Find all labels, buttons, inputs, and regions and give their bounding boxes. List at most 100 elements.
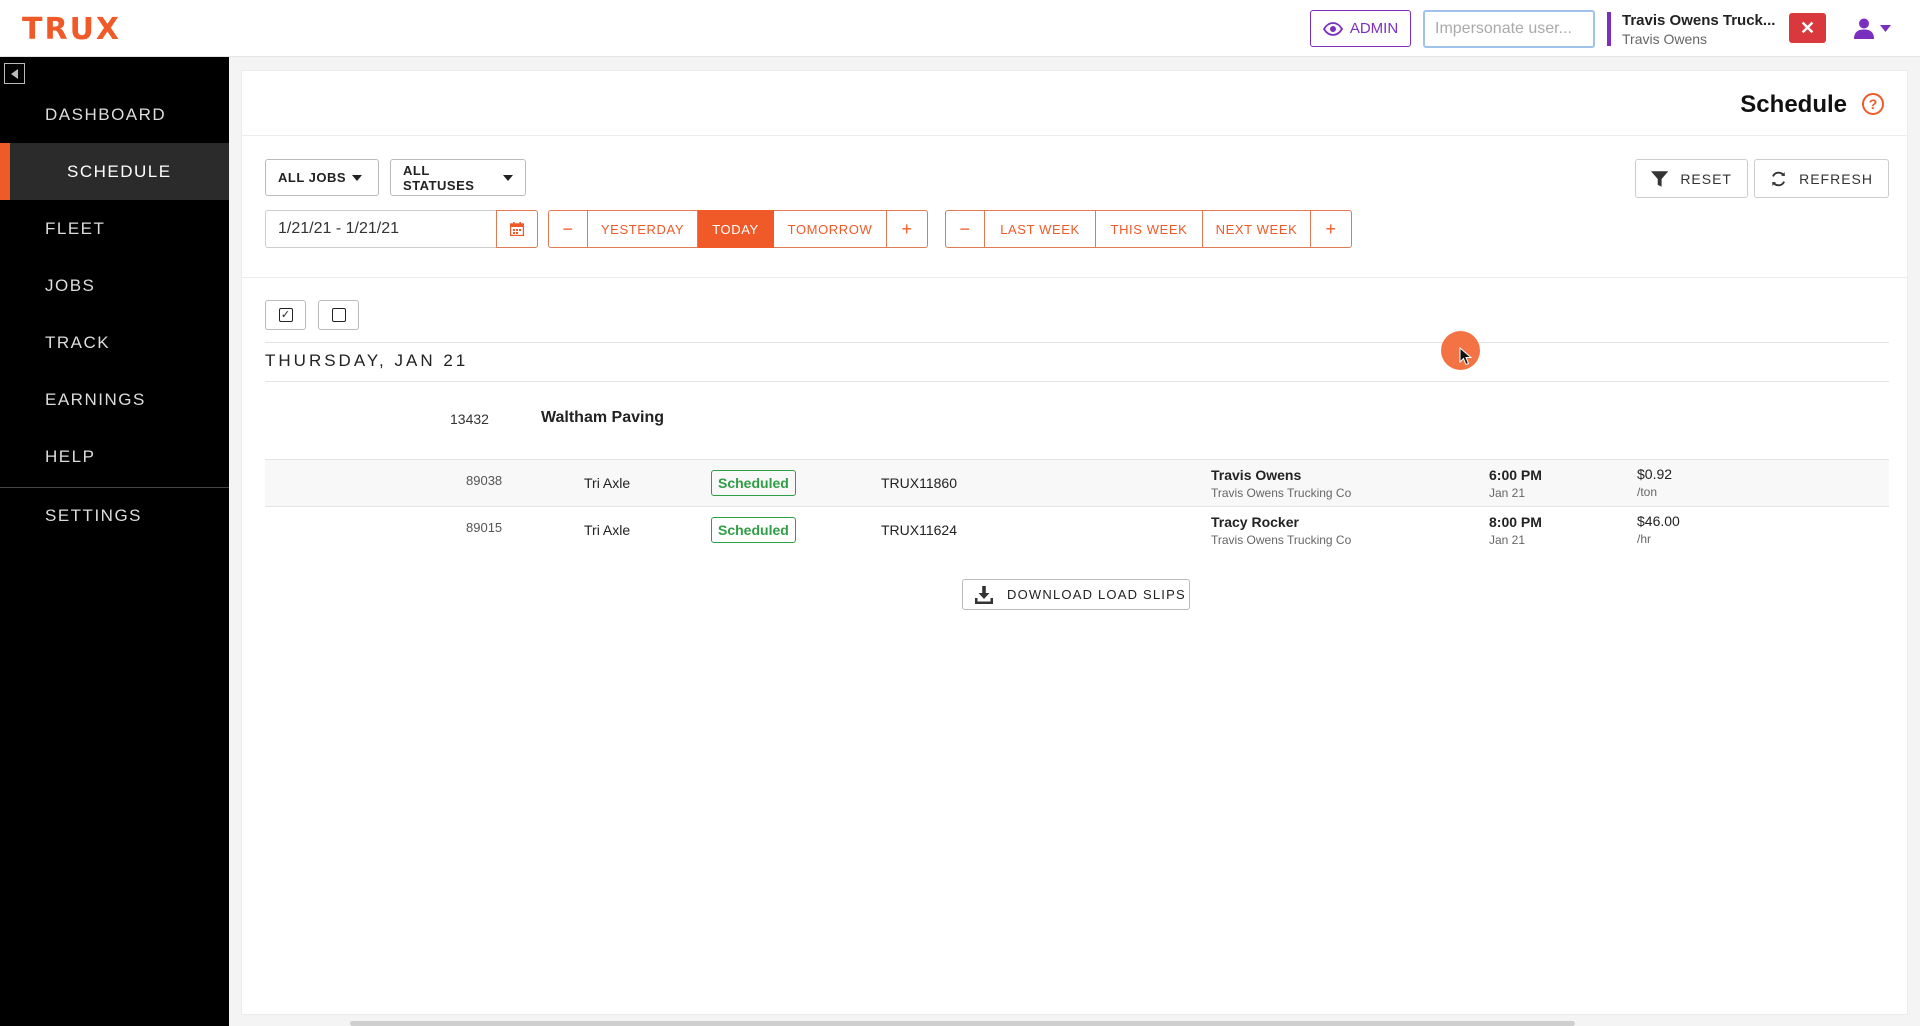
admin-button[interactable]: ADMIN [1310, 10, 1411, 47]
start-time: 6:00 PM Jan 21 [1489, 467, 1542, 500]
schedule-card: Schedule ? ALL JOBS ALL STATUSES RESET R… [241, 70, 1908, 1015]
date-value: Jan 21 [1489, 486, 1526, 500]
sidebar-item-jobs[interactable]: JOBS [0, 257, 229, 314]
driver-company: Travis Owens Trucking Co [1211, 486, 1352, 500]
sidebar-item-label: HELP [45, 446, 96, 466]
all-statuses-dropdown[interactable]: ALL STATUSES [390, 159, 526, 196]
rate-unit: /hr [1637, 532, 1652, 546]
sidebar-item-schedule[interactable]: SCHEDULE [0, 143, 229, 200]
date-range-input[interactable]: 1/21/21 - 1/21/21 [265, 210, 496, 248]
calendar-button[interactable] [496, 210, 538, 248]
admin-label: ADMIN [1349, 20, 1399, 37]
driver-name: Tracy Rocker [1211, 514, 1299, 530]
assignment-id: 89015 [466, 520, 503, 535]
all-jobs-dropdown[interactable]: ALL JOBS [265, 159, 379, 196]
top-header: TRUX ADMIN Travis Owens Truck... Travis … [0, 0, 1920, 57]
select-all-button[interactable]: ✓ [265, 300, 306, 330]
time-value: 6:00 PM [1489, 467, 1542, 483]
mouse-cursor-icon [1459, 347, 1472, 366]
sidebar-item-label: TRACK [45, 332, 111, 352]
this-week-button[interactable]: THIS WEEK [1096, 210, 1203, 248]
sidebar-item-earnings[interactable]: EARNINGS [0, 371, 229, 428]
driver-company: Travis Owens Trucking Co [1211, 533, 1352, 547]
help-icon[interactable]: ? [1862, 93, 1884, 115]
next-week-plus-button[interactable]: + [1311, 210, 1352, 248]
sidebar-item-track[interactable]: TRACK [0, 314, 229, 371]
rate: $46.00 /hr [1637, 513, 1680, 546]
caret-left-icon [10, 68, 18, 79]
next-day-button[interactable]: + [887, 210, 928, 248]
filter-icon [1651, 170, 1669, 187]
table-row[interactable]: 89038 Tri Axle Scheduled TRUX11860 Travi… [265, 459, 1889, 506]
today-button[interactable]: TODAY [698, 210, 774, 248]
driver: Tracy Rocker Travis Owens Trucking Co [1211, 514, 1351, 547]
horizontal-scrollbar[interactable] [350, 1021, 1575, 1026]
sidebar-item-dashboard[interactable]: DASHBOARD [0, 86, 229, 143]
divider [265, 342, 1889, 343]
account-accent-bar [1607, 12, 1611, 46]
checked-box-icon: ✓ [278, 308, 293, 322]
dropdown-label: ALL JOBS [278, 170, 347, 185]
week-navigation: − LAST WEEK THIS WEEK NEXT WEEK + [945, 210, 1352, 248]
day-heading: THURSDAY, JAN 21 [265, 351, 469, 370]
divider [242, 135, 1907, 136]
sidebar-item-settings[interactable]: SETTINGS [0, 487, 229, 544]
caret-down-icon [352, 174, 363, 181]
refresh-icon [1772, 171, 1785, 186]
current-account: Travis Owens Truck... Travis Owens [1622, 12, 1782, 47]
divider [242, 277, 1907, 278]
time-value: 8:00 PM [1489, 514, 1542, 530]
sidebar-item-label: EARNINGS [45, 389, 146, 409]
select-none-button[interactable] [318, 300, 359, 330]
start-time: 8:00 PM Jan 21 [1489, 514, 1542, 547]
refresh-label: REFRESH [1799, 170, 1873, 187]
download-load-slips-button[interactable]: DOWNLOAD LOAD SLIPS [962, 579, 1190, 610]
truck-type: Tri Axle [584, 475, 631, 491]
rate: $0.92 /ton [1637, 466, 1672, 499]
sidebar-item-help[interactable]: HELP [0, 428, 229, 485]
last-week-button[interactable]: LAST WEEK [985, 210, 1096, 248]
tomorrow-button[interactable]: TOMORROW [774, 210, 887, 248]
sidebar-item-fleet[interactable]: FLEET [0, 200, 229, 257]
impersonate-user-input[interactable] [1423, 10, 1595, 48]
sidebar-collapse-button[interactable] [4, 63, 25, 84]
reset-button[interactable]: RESET [1635, 159, 1748, 198]
page-title: Schedule [1740, 91, 1847, 118]
next-week-button[interactable]: NEXT WEEK [1203, 210, 1311, 248]
driver-name: Travis Owens [1211, 467, 1302, 483]
refresh-button[interactable]: REFRESH [1754, 159, 1889, 198]
rate-value: $0.92 [1637, 466, 1673, 482]
user-menu-toggle[interactable] [1853, 14, 1897, 42]
divider [265, 381, 1889, 382]
status-badge: Scheduled [711, 470, 796, 496]
table-row[interactable]: 89015 Tri Axle Scheduled TRUX11624 Tracy… [265, 506, 1889, 553]
calendar-icon [510, 222, 524, 236]
account-name: Travis Owens Truck... [1622, 12, 1776, 29]
user-icon [1854, 18, 1874, 39]
reset-label: RESET [1680, 170, 1732, 187]
sidebar: DASHBOARD SCHEDULE FLEET JOBS TRACK EARN… [0, 57, 229, 1026]
job-name[interactable]: Waltham Paving [541, 409, 664, 427]
rate-value: $46.00 [1637, 513, 1680, 529]
eye-icon [1322, 21, 1343, 36]
dropdown-label: ALL STATUSES [403, 162, 475, 193]
previous-week-button[interactable]: − [945, 210, 985, 248]
trux-logo[interactable]: TRUX [22, 12, 121, 47]
stop-impersonation-button[interactable]: ✕ [1789, 13, 1826, 43]
driver: Travis Owens Travis Owens Trucking Co [1211, 467, 1351, 500]
rate-unit: /ton [1637, 485, 1658, 499]
assignment-id: 89038 [466, 473, 503, 488]
caret-down-icon [503, 174, 513, 181]
truck-type: Tri Axle [584, 522, 631, 538]
download-icon [975, 585, 993, 604]
chevron-down-icon [1880, 24, 1891, 32]
sidebar-item-label: DASHBOARD [45, 104, 167, 124]
truck-id: TRUX11624 [881, 522, 958, 538]
yesterday-button[interactable]: YESTERDAY [588, 210, 698, 248]
day-navigation: − YESTERDAY TODAY TOMORROW + [548, 210, 928, 248]
truck-id: TRUX11860 [881, 475, 958, 491]
sidebar-item-label: JOBS [45, 275, 96, 295]
previous-day-button[interactable]: − [548, 210, 588, 248]
date-value: Jan 21 [1489, 533, 1526, 547]
sidebar-item-label: FLEET [45, 218, 106, 238]
